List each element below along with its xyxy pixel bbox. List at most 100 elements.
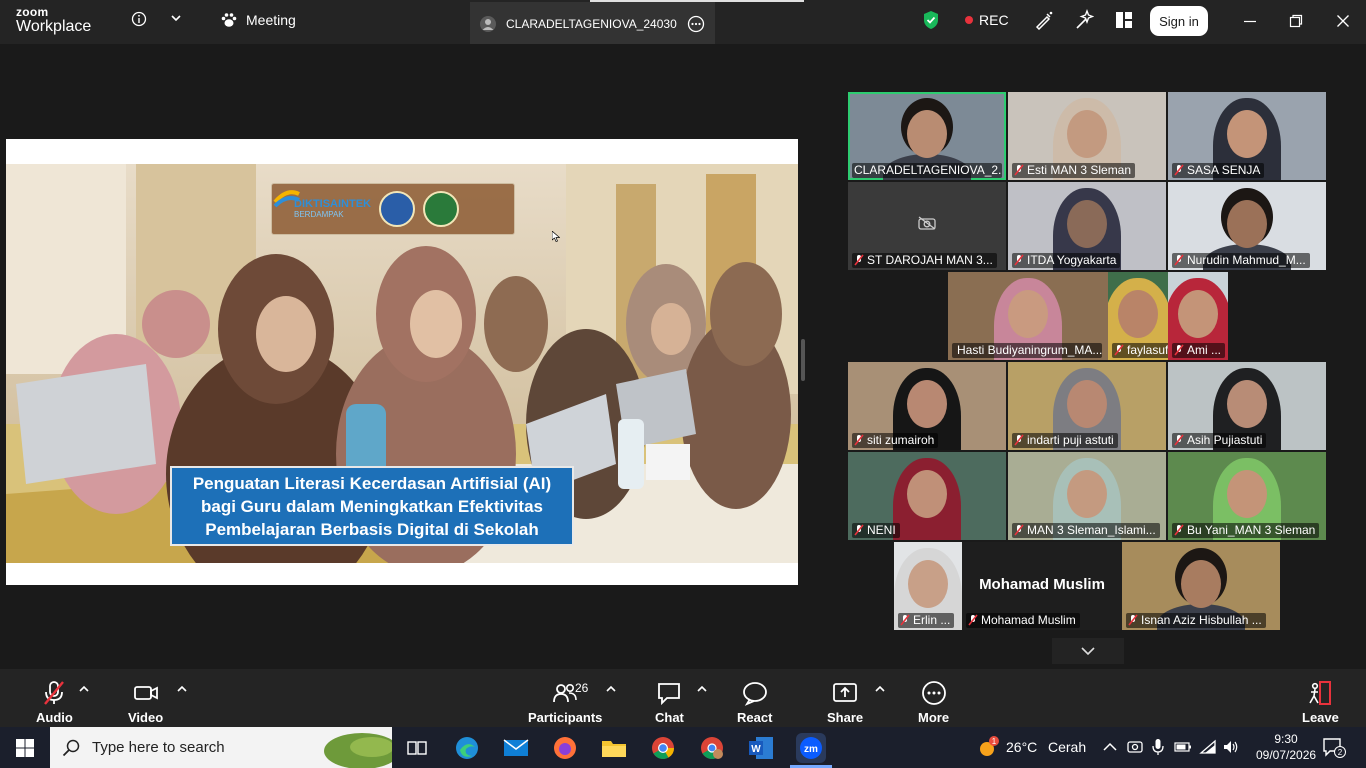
participant-tile[interactable]: SASA SENJA (1168, 92, 1326, 180)
participant-name-label: Mohamad Muslim (966, 613, 1080, 628)
participant-tile[interactable]: Asih Pujiastuti (1168, 362, 1326, 450)
search-placeholder: Type here to search (92, 739, 225, 756)
shared-screen[interactable]: DIKTISAINTEK BERDAMPAK Penguatan Literas… (6, 139, 798, 585)
participant-name-text: Isnan Aziz Hisbullah ... (1141, 613, 1262, 627)
participant-name-text: NENI (867, 523, 896, 537)
whiteboard-pen-icon[interactable] (1034, 10, 1054, 30)
sign-in-button[interactable]: Sign in (1150, 6, 1208, 36)
split-resize-handle[interactable] (801, 339, 805, 381)
participant-tile[interactable]: Ami ... (1168, 272, 1228, 360)
taskbar-search-box[interactable]: Type here to search (50, 727, 392, 768)
info-icon[interactable] (131, 11, 147, 27)
minimize-icon[interactable] (1243, 14, 1257, 28)
windows-start-icon[interactable] (10, 733, 40, 763)
recording-indicator[interactable]: REC (965, 12, 1009, 28)
chat-bubble-icon (658, 683, 681, 706)
task-view-icon[interactable] (402, 733, 432, 763)
svg-text:W: W (751, 744, 761, 755)
participant-name-text: Asih Pujiastuti (1187, 433, 1263, 447)
share-options-caret-icon[interactable] (875, 685, 885, 693)
participant-name-label: Nurudin Mahmud_M... (1172, 253, 1310, 268)
zoom-taskbar-icon[interactable]: zm (796, 733, 826, 763)
tab-avatar-icon (480, 16, 496, 32)
mic-muted-icon (1174, 434, 1184, 446)
volume-icon[interactable] (1222, 739, 1240, 755)
participant-face (1178, 290, 1218, 338)
share-label: Share (827, 710, 864, 725)
participant-tile[interactable]: ST DAROJAH MAN 3... (848, 182, 1006, 270)
file-explorer-icon[interactable] (599, 733, 629, 763)
share-button[interactable]: Share (827, 679, 863, 725)
mic-muted-icon (854, 254, 864, 266)
edge-browser-icon[interactable] (452, 733, 482, 763)
participant-tile[interactable]: Isnan Aziz Hisbullah ... (1122, 542, 1280, 630)
more-label: More (918, 710, 950, 725)
word-icon[interactable]: W (746, 733, 776, 763)
video-button[interactable]: Video (128, 679, 163, 725)
participant-tile[interactable]: Erlin ... (894, 542, 962, 630)
rec-dot-icon (965, 16, 973, 24)
video-camera-icon (133, 686, 158, 700)
participant-tile[interactable]: Nurudin Mahmud_M... (1168, 182, 1326, 270)
shield-icon[interactable] (922, 10, 940, 30)
participant-face (1181, 560, 1221, 608)
participant-name-label: Asih Pujiastuti (1172, 433, 1267, 448)
participant-tile[interactable]: indarti puji astuti (1008, 362, 1166, 450)
restore-icon[interactable] (1289, 14, 1303, 28)
chrome-icon[interactable] (648, 733, 678, 763)
participant-tile[interactable]: NENI (848, 452, 1006, 540)
participant-tile[interactable]: siti zumairoh (848, 362, 1006, 450)
chat-button[interactable]: Chat (655, 679, 684, 725)
tab-recording[interactable]: CLARADELTAGENIOVA_24030016' (470, 2, 715, 44)
audio-options-caret-icon[interactable] (79, 685, 89, 693)
audio-button[interactable]: Audio (36, 679, 73, 725)
battery-icon[interactable] (1174, 740, 1192, 754)
leave-button[interactable]: Leave (1302, 679, 1339, 725)
svg-text:zm: zm (804, 744, 818, 755)
participants-button[interactable]: Participants (528, 679, 602, 725)
firefox-icon[interactable] (550, 733, 580, 763)
tab-meeting[interactable]: Meeting (220, 12, 296, 28)
weather-icon[interactable]: 1 (972, 733, 1002, 763)
mic-muted-icon (1174, 254, 1184, 266)
participant-tile[interactable]: ITDA Yogyakarta (1008, 182, 1166, 270)
ai-companion-icon[interactable] (1074, 9, 1094, 31)
react-button[interactable]: React (737, 679, 772, 725)
participant-tile[interactable]: Hasti Budiyaningrum_MA... (948, 272, 1108, 360)
chrome-profile-icon[interactable] (697, 733, 727, 763)
system-clock[interactable]: 9:30 09/07/2026 (1256, 731, 1316, 763)
chat-options-caret-icon[interactable] (697, 685, 707, 693)
wifi-icon[interactable] (1199, 739, 1217, 755)
video-options-caret-icon[interactable] (177, 685, 187, 693)
participant-tile[interactable]: Esti MAN 3 Sleman (1008, 92, 1166, 180)
participant-name-label: Esti MAN 3 Sleman (1012, 163, 1136, 178)
microphone-tray-icon[interactable] (1152, 738, 1164, 756)
participant-tile[interactable]: Bu Yani_MAN 3 Sleman (1168, 452, 1326, 540)
tab-meeting-label: Meeting (246, 12, 296, 28)
camera-tray-icon[interactable] (1127, 739, 1143, 755)
logo-top-text: zoom (16, 5, 49, 19)
view-layout-icon[interactable] (1115, 11, 1133, 29)
participant-tile[interactable]: MAN 3 Sleman_Islami... (1008, 452, 1166, 540)
participant-tile[interactable]: Mohamad Muslim Mohamad Muslim (962, 542, 1122, 630)
participant-tile[interactable]: faylasuf... (1108, 272, 1168, 360)
tray-expand-chevron-icon[interactable] (1103, 742, 1117, 752)
mic-muted-icon (1174, 164, 1184, 176)
more-options-icon[interactable] (687, 15, 705, 33)
participant-tile[interactable]: CLARADELTAGENIOVA_2... (848, 92, 1006, 180)
notifications-button[interactable]: 2 (1322, 736, 1346, 763)
participant-face (1067, 380, 1107, 428)
chevron-down-icon[interactable] (170, 13, 182, 23)
logo-banner: DIKTISAINTEK BERDAMPAK (271, 183, 515, 235)
participants-options-caret-icon[interactable] (606, 685, 616, 693)
participant-name-label: ST DAROJAH MAN 3... (852, 253, 997, 268)
close-icon[interactable] (1336, 14, 1350, 28)
notification-count: 2 (1338, 748, 1343, 757)
gallery-next-page-button[interactable] (1052, 638, 1124, 664)
more-button[interactable]: More (918, 679, 949, 725)
mic-muted-icon (1014, 434, 1024, 446)
participant-name-text: siti zumairoh (867, 433, 935, 447)
weather-badge: 1 (992, 737, 997, 746)
participant-name-label: Erlin ... (898, 613, 955, 628)
mail-icon[interactable] (501, 733, 531, 763)
